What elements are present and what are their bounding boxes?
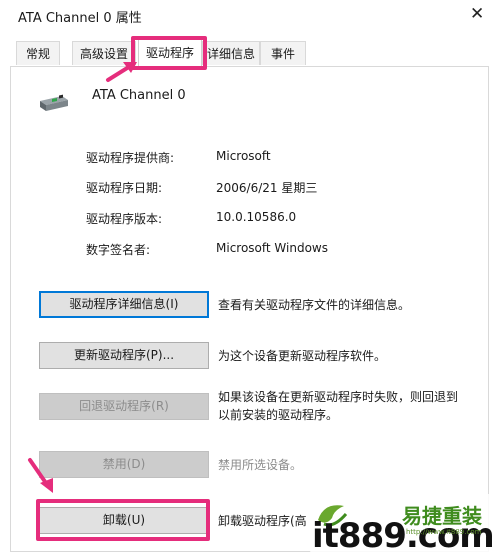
rollback-driver-desc-line2: 以前安装的驱动程序。 <box>218 408 339 422</box>
update-driver-button[interactable]: 更新驱动程序(P)... <box>39 342 209 369</box>
disable-desc: 禁用所选设备。 <box>218 458 303 472</box>
signer-label: 数字签名者: <box>86 243 151 257</box>
arrow-icon <box>106 62 137 82</box>
ide-controller-icon <box>40 94 68 111</box>
date-label: 驱动程序日期: <box>86 181 163 195</box>
provider-value: Microsoft <box>216 149 271 163</box>
tab-details[interactable]: 详细信息 <box>202 41 260 65</box>
watermark-url: http://www.it889.com <box>406 528 482 536</box>
date-value: 2006/6/21 星期三 <box>216 181 318 195</box>
uninstall-highlight <box>36 499 210 541</box>
driver-details-button[interactable]: 驱动程序详细信息(I) <box>39 291 209 318</box>
signer-value: Microsoft Windows <box>216 241 328 255</box>
title-bar: ATA Channel 0 属性 ✕ <box>0 0 499 32</box>
driver-tab-highlight <box>131 36 207 70</box>
watermark: it889.com 易捷重装 http://www.it889.com <box>310 494 499 556</box>
tab-general[interactable]: 常规 <box>16 41 60 65</box>
device-name: ATA Channel 0 <box>92 88 186 103</box>
driver-details-desc: 查看有关驱动程序文件的详细信息。 <box>218 298 411 312</box>
close-icon[interactable]: ✕ <box>470 4 484 24</box>
version-label: 驱动程序版本: <box>86 212 163 226</box>
rollback-driver-desc-line1: 如果该设备在更新驱动程序时失败，则回退到 <box>218 390 459 404</box>
arrow-icon <box>28 458 53 493</box>
watermark-brand: 易捷重装 <box>402 504 482 528</box>
window-title: ATA Channel 0 属性 <box>18 11 142 26</box>
update-driver-desc: 为这个设备更新驱动程序软件。 <box>218 349 387 363</box>
disable-button[interactable]: 禁用(D) <box>39 451 209 478</box>
version-value: 10.0.10586.0 <box>216 210 297 224</box>
rollback-driver-button[interactable]: 回退驱动程序(R) <box>39 393 209 420</box>
provider-label: 驱动程序提供商: <box>86 151 175 165</box>
tab-events[interactable]: 事件 <box>260 41 306 65</box>
